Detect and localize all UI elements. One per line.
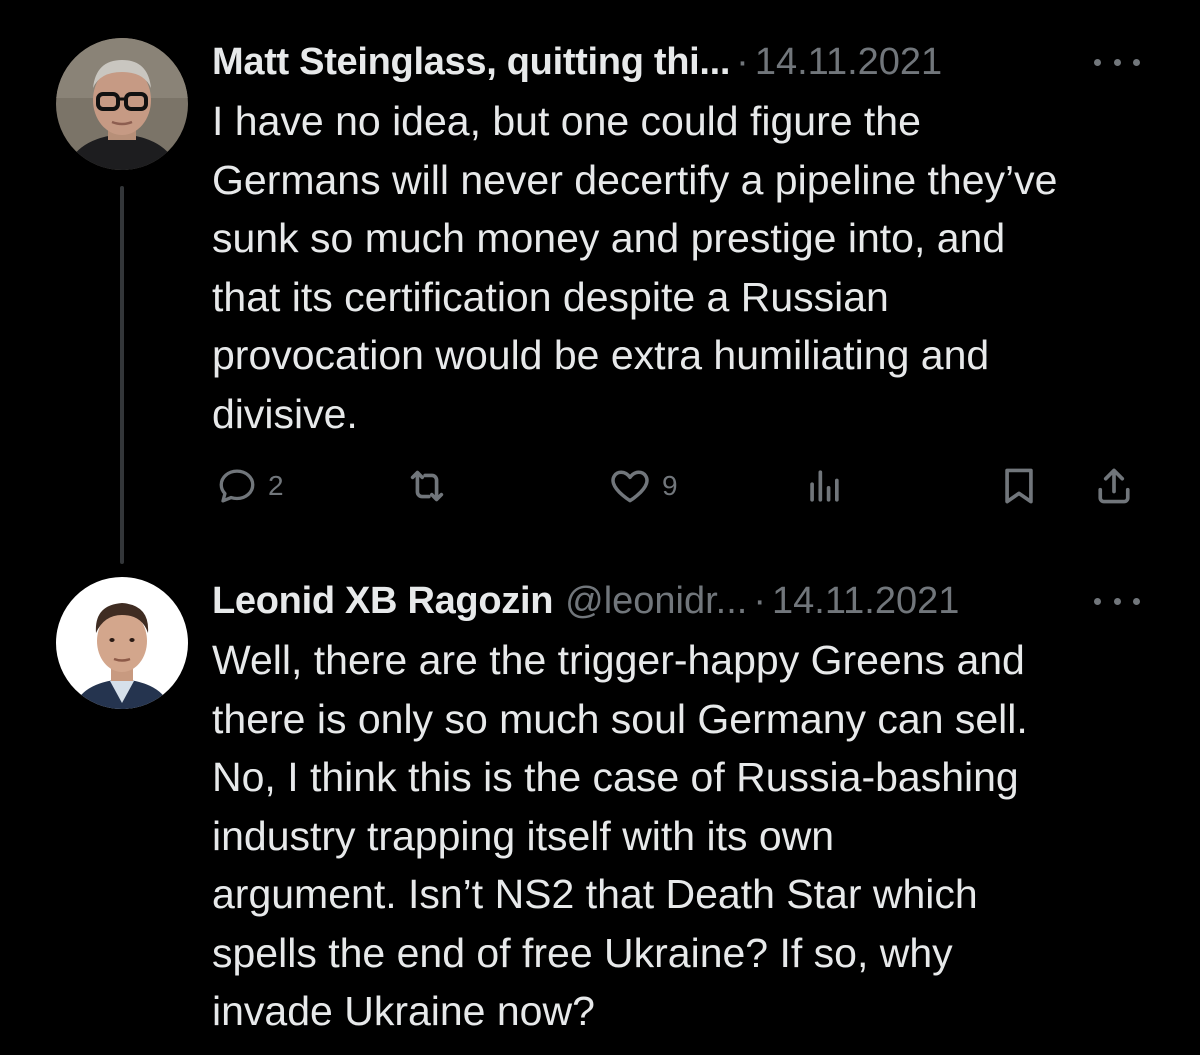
thread-line [120, 186, 124, 564]
bookmark-button[interactable] [997, 458, 1041, 514]
tweet-text-line: sunk so much money and prestige into, an… [212, 215, 1006, 261]
author-name[interactable]: Matt Steinglass, quitting thi... [212, 37, 730, 87]
retweet-button[interactable] [404, 458, 450, 514]
avatar-image-2 [56, 577, 188, 709]
tweet-text-line: Germans will never decertify a pipeline … [212, 156, 1058, 203]
like-count: 9 [662, 470, 678, 501]
share-button[interactable] [1092, 458, 1136, 514]
author-name[interactable]: Leonid XB Ragozin [212, 576, 553, 626]
more-options-icon[interactable] [1094, 52, 1140, 72]
reply-button[interactable]: 2 [216, 458, 284, 514]
reply-count: 2 [268, 470, 284, 501]
tweet-text-line: there is only so much soul Germany can s… [212, 695, 1028, 742]
tweet-text-line: I have no idea, but one could figure the [212, 98, 921, 144]
tweet-text-line: that its certification despite a Russian [212, 273, 889, 320]
share-icon [1098, 468, 1130, 504]
heart-icon [611, 470, 649, 503]
views-button[interactable] [802, 458, 846, 514]
tweet-text-line: divisive. [212, 390, 358, 437]
author-handle[interactable]: @leonidr... [565, 576, 747, 626]
retweet-icon [410, 470, 444, 502]
tweet-text-line: argument. Isn’t NS2 that Death Star whic… [212, 871, 978, 917]
reply-icon [219, 469, 255, 503]
tweet-text-line: provocation would be extra humiliating a… [212, 332, 990, 378]
separator-dot: · [753, 580, 767, 622]
tweet-header: Leonid XB Ragozin @leonidr... · 14.11.20… [212, 576, 959, 626]
tweet-text: I have no idea, but one could figure the… [212, 92, 1172, 443]
tweet-date[interactable]: 14.11.2021 [755, 37, 942, 87]
tweet-text-line: invade Ukraine now? [212, 988, 595, 1034]
tweet-actions: 2 9 [212, 458, 1152, 514]
tweet-text-line: spells the end of free Ukraine? If so, w… [212, 929, 953, 976]
like-button[interactable]: 9 [608, 458, 678, 514]
views-icon [810, 470, 839, 502]
avatar[interactable] [56, 38, 188, 170]
tweet-header: Matt Steinglass, quitting thi... · 14.11… [212, 37, 942, 87]
tweet-text-line: Well, there are the trigger-happy Greens… [212, 637, 1025, 683]
tweet-text-line: No, I think this is the case of Russia-b… [212, 754, 1019, 800]
avatar[interactable] [56, 577, 188, 709]
tweet-text-line: industry trapping itself with its own [212, 812, 835, 859]
tweet-text: Well, there are the trigger-happy Greens… [212, 631, 1172, 1041]
tweet-date[interactable]: 14.11.2021 [772, 576, 959, 626]
bookmark-icon [1005, 468, 1033, 504]
separator-dot: · [736, 41, 749, 83]
avatar-image-1 [56, 38, 188, 170]
more-options-icon[interactable] [1094, 591, 1140, 611]
